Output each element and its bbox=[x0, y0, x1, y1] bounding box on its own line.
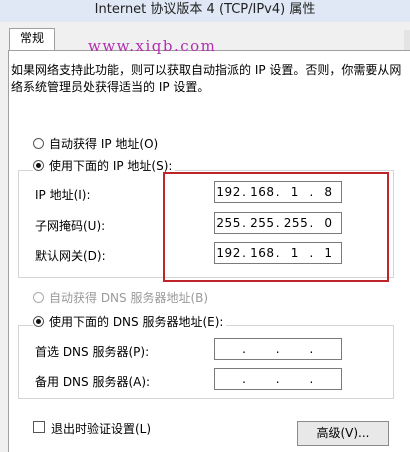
dns-auto-radio bbox=[33, 291, 44, 303]
default-gateway-label: 默认网关(D): bbox=[35, 249, 106, 263]
alternate-dns-label: 备用 DNS 服务器(A): bbox=[35, 375, 151, 389]
tab-general[interactable]: 常规 bbox=[9, 28, 55, 51]
preferred-dns-input[interactable]: . . . bbox=[214, 338, 342, 360]
alternate-dns-input[interactable]: . . . bbox=[214, 368, 342, 390]
ip-auto-label: 自动获得 IP 地址(O) bbox=[49, 136, 159, 151]
subnet-mask-label: 子网掩码(U): bbox=[35, 219, 106, 233]
dns-auto-option: 自动获得 DNS 服务器地址(B) bbox=[33, 289, 209, 305]
dns-manual-option[interactable]: 使用下面的 DNS 服务器地址(E): bbox=[33, 313, 227, 329]
window-title: Internet 协议版本 4 (TCP/IPv4) 属性 bbox=[94, 2, 316, 17]
ip-manual-radio[interactable] bbox=[33, 159, 44, 171]
dns-manual-label: 使用下面的 DNS 服务器地址(E): bbox=[49, 314, 224, 329]
dns-manual-radio[interactable] bbox=[33, 315, 44, 327]
ip-address-label: IP 地址(I): bbox=[35, 188, 91, 202]
ip-manual-label: 使用下面的 IP 地址(S): bbox=[49, 158, 173, 173]
description-text: 如果网络支持此功能，则可以获取自动指派的 IP 设置。否则，你需要从网络系统管理… bbox=[11, 63, 402, 94]
title-bar: Internet 协议版本 4 (TCP/IPv4) 属性 bbox=[0, 0, 410, 23]
validate-on-exit-checkbox[interactable] bbox=[33, 421, 45, 433]
ip-manual-option[interactable]: 使用下面的 IP 地址(S): bbox=[33, 157, 176, 173]
advanced-button[interactable]: 高级(V)... bbox=[297, 421, 389, 446]
preferred-dns-label: 首选 DNS 服务器(P): bbox=[35, 345, 150, 359]
validate-on-exit-label: 退出时验证设置(L) bbox=[51, 422, 152, 436]
highlight-frame bbox=[163, 172, 389, 282]
watermark-text: www.xiqb.com bbox=[88, 37, 217, 55]
ip-auto-option[interactable]: 自动获得 IP 地址(O) bbox=[33, 135, 159, 151]
ip-auto-radio[interactable] bbox=[33, 137, 44, 149]
dns-auto-label: 自动获得 DNS 服务器地址(B) bbox=[49, 290, 209, 305]
